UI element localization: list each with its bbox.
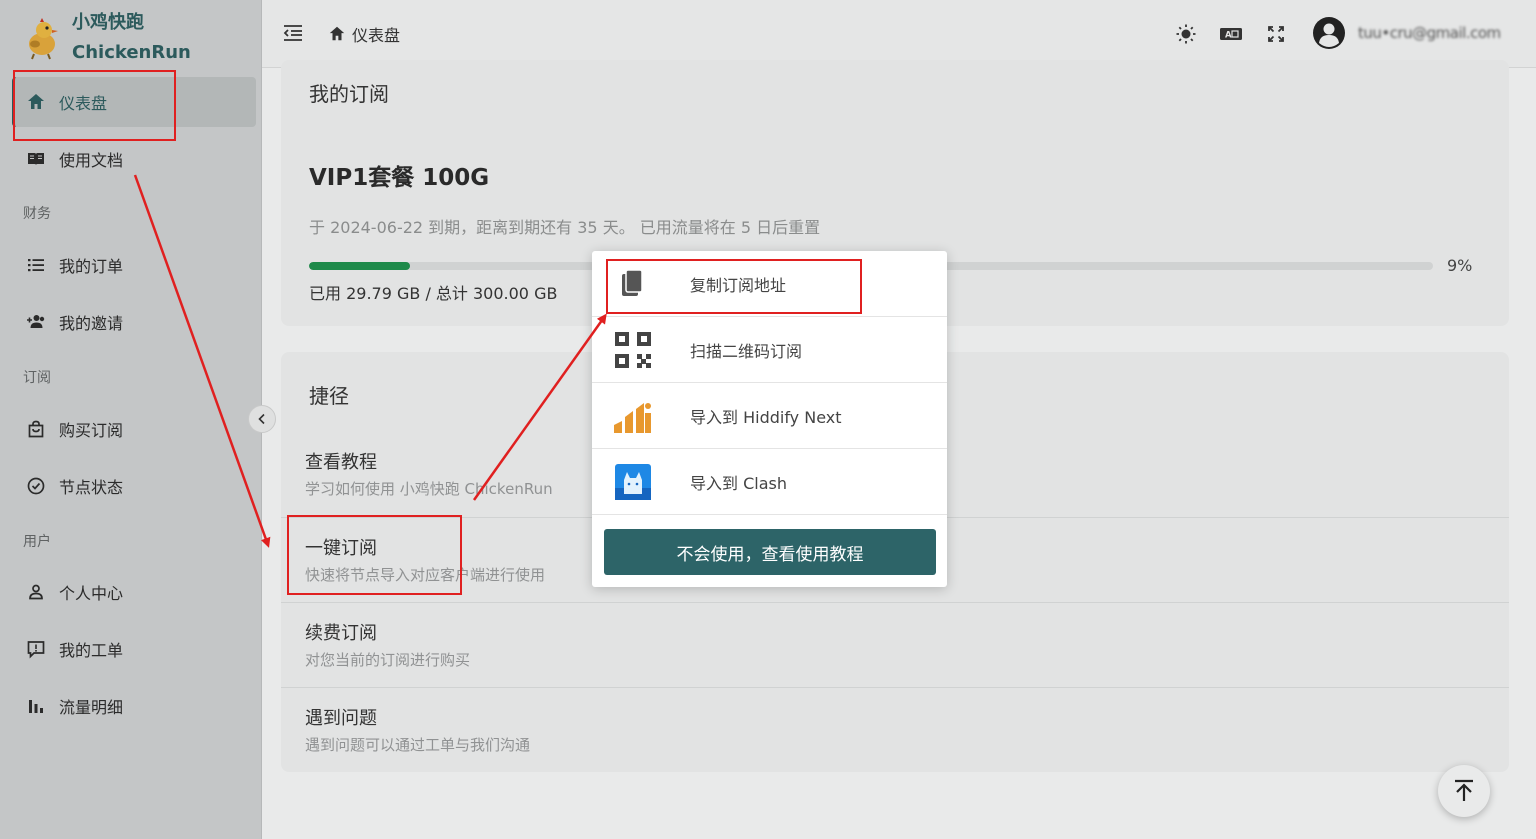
sidebar-item-label: 购买订阅 [59,421,124,440]
popup-item-label: 扫描二维码订阅 [690,341,803,361]
shortcuts-title: 捷径 [309,384,349,408]
scan-qrcode-item[interactable]: 扫描二维码订阅 [592,317,947,383]
sidebar: 小鸡快跑 ChickenRun 仪表盘 使用文档 财务 我的订单 我的邀请 订阅… [0,0,262,839]
traffic-percent: 9% [1447,256,1473,275]
popup-item-label: 导入到 Clash [690,473,787,493]
book-icon [26,149,46,169]
traffic-usage: 已用 29.79 GB / 总计 300.00 GB [309,284,558,303]
username[interactable]: tuu•cru@gmail.com [1358,24,1501,42]
home-icon [329,26,345,41]
shortcut-help[interactable]: 遇到问题 遇到问题可以通过工单与我们沟通 [281,687,1509,772]
import-hiddify-item[interactable]: 导入到 Hiddify Next [592,383,947,449]
sidebar-item-label: 节点状态 [59,478,124,497]
breadcrumb-label: 仪表盘 [352,26,401,45]
sidebar-item-label: 个人中心 [59,584,124,603]
brand-name-cn: 小鸡快跑 [72,12,144,33]
shortcut-title: 续费订阅 [305,623,377,644]
sidebar-item-label: 使用文档 [59,151,124,170]
fullscreen-icon[interactable] [1264,22,1288,46]
avatar-icon[interactable] [1312,16,1346,50]
sidebar-item-dashboard[interactable]: 仪表盘 [12,77,256,127]
sidebar-item-tickets[interactable]: 我的工单 [12,624,256,674]
sidebar-item-docs[interactable]: 使用文档 [12,134,256,184]
collapse-sidebar-button[interactable] [248,405,276,433]
bar-chart-icon [26,696,46,716]
copy-icon [614,265,652,303]
subscribe-popup: 复制订阅地址 扫描二维码订阅 导入到 Hiddify Next 导入到 Clas… [592,251,947,587]
sidebar-item-traffic[interactable]: 流量明细 [12,681,256,731]
chevron-left-icon [258,413,265,425]
view-tutorial-button[interactable]: 不会使用，查看使用教程 [604,529,936,575]
subscription-title: 我的订阅 [309,82,389,106]
shortcut-title: 遇到问题 [305,708,377,729]
nav-group-subscription: 订阅 [23,370,51,386]
check-circle-icon [26,476,46,496]
arrow-up-icon [1455,779,1473,801]
sidebar-item-buy[interactable]: 购买订阅 [12,404,256,454]
sidebar-item-label: 流量明细 [59,698,124,717]
svg-text:A: A [1225,31,1232,41]
copy-subscription-url-item[interactable]: 复制订阅地址 [592,251,947,317]
shortcut-renew[interactable]: 续费订阅 对您当前的订阅进行购买 [281,602,1509,687]
sidebar-item-orders[interactable]: 我的订单 [12,240,256,290]
person-icon [26,582,46,602]
sidebar-item-label: 我的邀请 [59,314,124,333]
theme-sun-icon[interactable] [1174,22,1198,46]
sidebar-item-label: 我的订单 [59,257,124,276]
sidebar-item-invites[interactable]: 我的邀请 [12,297,256,347]
menu-fold-icon[interactable] [282,22,304,44]
import-clash-item[interactable]: 导入到 Clash [592,449,947,515]
shortcut-desc: 学习如何使用 小鸡快跑 ChickenRun [305,480,553,498]
popup-item-label: 复制订阅地址 [690,275,787,295]
brand-name-en: ChickenRun [72,42,191,63]
translate-icon[interactable]: A [1219,22,1243,46]
breadcrumb[interactable]: 仪表盘 [328,22,400,46]
sidebar-item-label: 仪表盘 [59,94,108,113]
popup-item-label: 导入到 Hiddify Next [690,407,842,427]
shortcut-desc: 遇到问题可以通过工单与我们沟通 [305,736,531,754]
people-add-icon [26,312,46,332]
sidebar-item-profile[interactable]: 个人中心 [12,567,256,617]
sidebar-item-label: 我的工单 [59,641,124,660]
shortcut-title: 一键订阅 [305,538,377,559]
traffic-progress-fill [309,262,411,270]
shortcut-desc: 对您当前的订阅进行购买 [305,651,471,669]
top-header: 仪表盘 A tuu•cru@gmail.com [262,0,1536,68]
back-to-top-button[interactable] [1438,765,1490,817]
plan-name: VIP1套餐 100G [309,165,490,191]
clash-icon [614,463,652,501]
qrcode-icon [614,331,652,369]
hiddify-icon [614,397,652,435]
shortcut-title: 查看教程 [305,452,377,473]
sidebar-item-node-status[interactable]: 节点状态 [12,461,256,511]
ticket-icon [26,639,46,659]
plan-expiry-info: 于 2024-06-22 到期，距离到期还有 35 天。 已用流量将在 5 日后… [309,218,821,237]
shortcut-desc: 快速将节点导入对应客户端进行使用 [305,566,546,584]
brand[interactable]: 小鸡快跑 ChickenRun [22,8,191,68]
chicken-logo-icon [29,18,58,60]
nav-group-user: 用户 [23,534,51,550]
shopping-bag-icon [26,419,46,439]
nav-group-finance: 财务 [23,206,51,222]
home-icon [26,92,46,112]
list-icon [26,255,46,275]
